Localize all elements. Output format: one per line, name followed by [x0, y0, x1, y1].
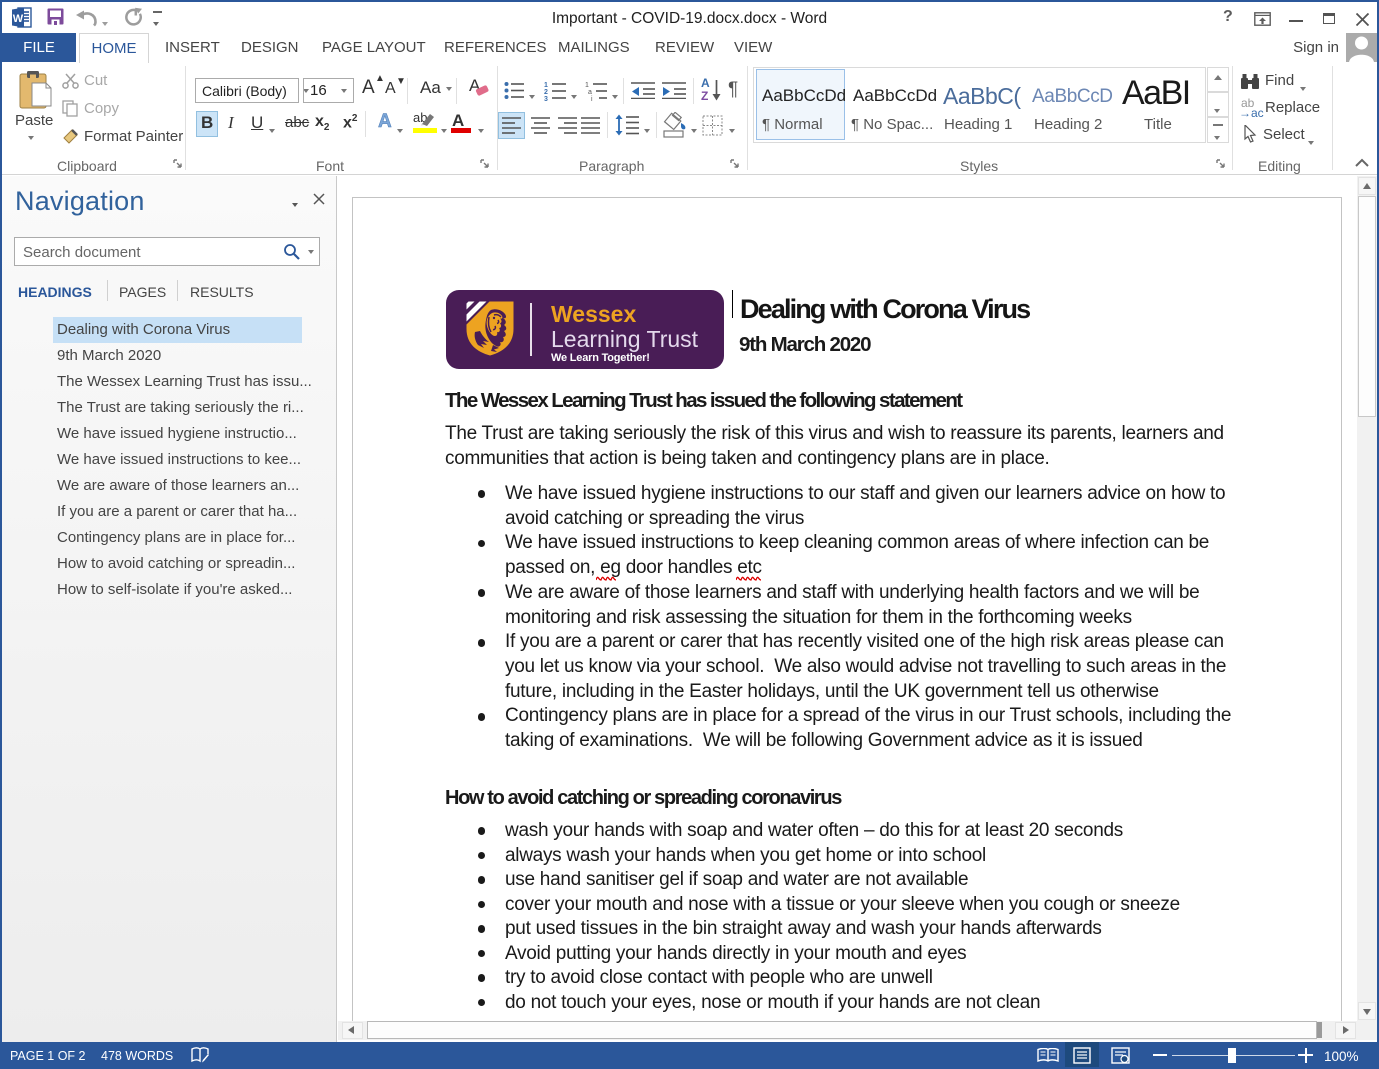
- svg-text:3: 3: [544, 96, 548, 101]
- svg-text:1: 1: [544, 82, 548, 89]
- svg-text:i: i: [591, 96, 593, 101]
- svg-text:2: 2: [544, 89, 548, 96]
- svg-text:1: 1: [585, 82, 589, 89]
- svg-text:W: W: [13, 13, 24, 25]
- svg-text:a: a: [588, 89, 592, 96]
